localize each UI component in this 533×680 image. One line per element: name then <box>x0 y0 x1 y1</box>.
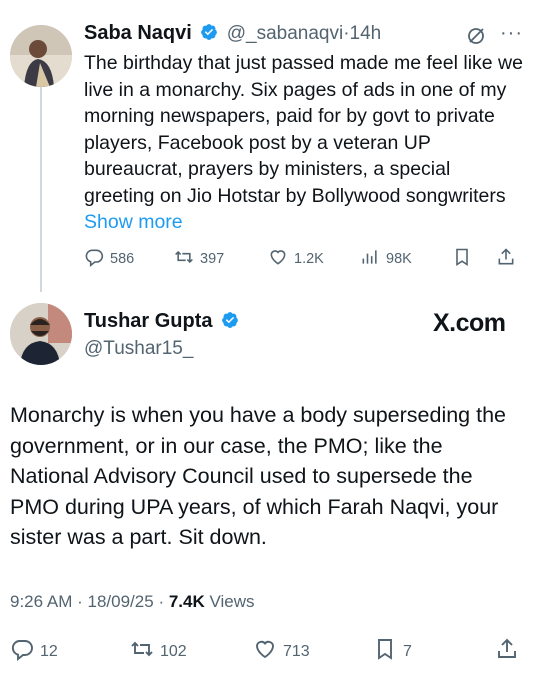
grok-icon[interactable] <box>466 26 486 51</box>
tweet-meta: 9:26 AM · 18/09/25 · 7.4K Views <box>10 592 255 612</box>
bookmark-count: 7 <box>403 642 412 660</box>
reply-button[interactable]: 586 <box>84 247 134 271</box>
repost-button[interactable]: 102 <box>130 637 187 666</box>
quoted-author-header: Tushar Gupta <box>84 310 239 333</box>
post-date[interactable]: 18/09/25 <box>88 592 154 611</box>
verified-badge-icon <box>221 311 239 329</box>
share-icon <box>496 247 516 271</box>
repost-icon <box>174 247 194 271</box>
repost-count: 102 <box>160 642 187 660</box>
tweet-body: The birthday that just passed made me fe… <box>84 52 523 207</box>
heart-icon <box>268 247 288 271</box>
views-button[interactable]: 98K <box>360 247 412 271</box>
separator-dot: · <box>158 592 165 611</box>
separator-dot: · <box>77 592 83 611</box>
reply-button[interactable]: 12 <box>10 637 58 666</box>
bookmark-icon <box>452 247 472 271</box>
tweet-actions: 586 397 1.2K 98K <box>84 247 524 273</box>
post-time[interactable]: 9:26 AM <box>10 592 72 611</box>
reply-icon <box>84 247 104 271</box>
tweet-header: Saba Naqvi @_sabanaqvi·14h <box>84 22 381 45</box>
author-name[interactable]: Saba Naqvi <box>84 22 192 44</box>
views-count: 98K <box>386 251 412 267</box>
share-icon <box>495 637 519 666</box>
tweet-actions: 12 102 713 7 <box>0 637 533 663</box>
like-button[interactable]: 1.2K <box>268 247 324 271</box>
verified-badge-icon <box>200 23 218 41</box>
show-more-link[interactable]: Show more <box>84 211 183 233</box>
bookmark-icon <box>373 637 397 666</box>
bookmark-button[interactable]: 7 <box>373 637 412 666</box>
author-handle[interactable]: @Tushar15_ <box>84 338 193 360</box>
share-button[interactable] <box>496 247 516 271</box>
reply-icon <box>10 637 34 666</box>
more-options-icon[interactable]: ··· <box>500 22 523 45</box>
timestamp[interactable]: 14h <box>350 23 382 44</box>
like-count: 1.2K <box>294 251 324 267</box>
author-handle[interactable]: @_sabanaqvi <box>227 23 343 44</box>
avatar[interactable] <box>10 25 72 87</box>
x-com-watermark: X.com <box>433 309 506 337</box>
tweet-text: Monarchy is when you have a body superse… <box>10 403 507 549</box>
share-button[interactable] <box>495 637 519 666</box>
thread-connector-line <box>40 86 42 292</box>
reply-count: 586 <box>110 251 135 267</box>
avatar[interactable] <box>10 303 72 365</box>
views-count: 7.4K <box>168 592 205 611</box>
repost-icon <box>130 637 154 666</box>
bookmark-button[interactable] <box>452 247 472 271</box>
author-name[interactable]: Tushar Gupta <box>84 310 213 332</box>
heart-icon <box>253 637 277 666</box>
views-label: Views <box>209 592 255 611</box>
repost-count: 397 <box>200 251 225 267</box>
tweet-text: The birthday that just passed made me fe… <box>84 50 524 236</box>
repost-button[interactable]: 397 <box>174 247 224 271</box>
reply-count: 12 <box>40 642 58 660</box>
like-count: 713 <box>283 642 310 660</box>
like-button[interactable]: 713 <box>253 637 310 666</box>
analytics-icon <box>360 247 380 271</box>
